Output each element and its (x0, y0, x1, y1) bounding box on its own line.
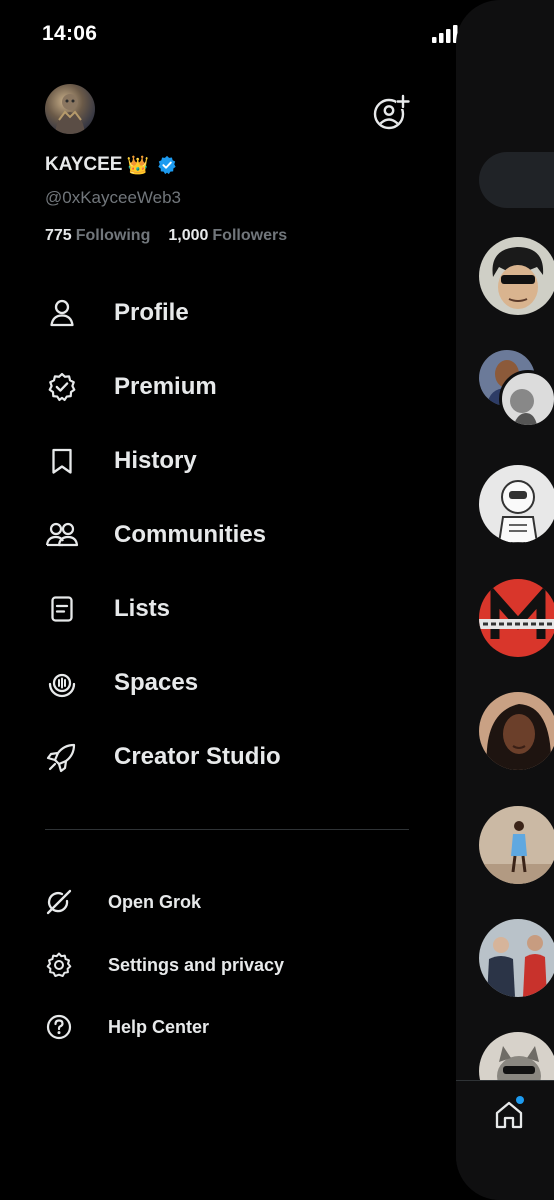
user-handle: @0xKayceeWeb3 (45, 188, 182, 207)
help-icon (45, 1013, 73, 1041)
feed-avatar[interactable] (479, 692, 554, 770)
avatar-image (55, 94, 85, 134)
grok-icon (45, 888, 73, 916)
feed-avatar[interactable] (479, 806, 554, 884)
menu-label-open-grok: Open Grok (108, 891, 202, 912)
side-drawer: KAYCEE 👑 @0xKayceeWeb3 775 Following 1,00… (0, 70, 456, 1200)
menu-label-settings-privacy: Settings and privacy (108, 954, 285, 975)
nav-item-lists[interactable]: Lists (45, 584, 170, 634)
nav-label-lists: Lists (114, 595, 171, 622)
bottom-tab-bar (456, 1080, 554, 1200)
verified-badge-icon (158, 155, 176, 175)
people-icon (45, 518, 79, 552)
feed-avatar[interactable] (479, 579, 554, 657)
nav-item-spaces[interactable]: Spaces (45, 658, 198, 708)
user-name: KAYCEE (45, 154, 123, 175)
feed-avatar[interactable] (499, 370, 554, 428)
menu-item-help-center[interactable]: Help Center (45, 1009, 209, 1045)
feed-avatar[interactable] (479, 919, 554, 997)
verified-badge-icon (45, 370, 79, 404)
nav-label-premium: Premium (114, 373, 217, 400)
nav-label-communities: Communities (114, 521, 267, 548)
menu-item-open-grok[interactable]: Open Grok (45, 884, 201, 920)
feed-panel[interactable] (456, 0, 554, 1200)
feed-search-bar[interactable] (479, 152, 554, 208)
list-icon (45, 592, 79, 626)
followers-link[interactable]: 1,000 Followers (168, 227, 287, 245)
status-time: 14:06 (42, 22, 98, 45)
crown-emoji: 👑 (126, 154, 149, 175)
followers-label: Followers (212, 227, 288, 244)
notification-dot (516, 1096, 524, 1104)
menu-label-help-center: Help Center (108, 1016, 210, 1037)
signal-icon (432, 24, 458, 43)
add-account-button[interactable] (372, 94, 410, 132)
following-label: Following (75, 227, 151, 244)
following-link[interactable]: 775 Following (45, 227, 150, 245)
nav-item-history[interactable]: History (45, 436, 197, 486)
feed-avatar[interactable] (479, 465, 554, 543)
user-name-row: KAYCEE 👑 (45, 154, 177, 176)
feed-avatar[interactable] (479, 237, 554, 315)
nav-label-history: History (114, 447, 197, 474)
bookmark-icon (45, 444, 79, 478)
nav-item-communities[interactable]: Communities (45, 510, 266, 560)
gear-icon (45, 951, 73, 979)
follow-counts: 775 Following 1,000 Followers (45, 227, 287, 245)
add-account-icon (373, 94, 410, 130)
nav-label-profile: Profile (114, 299, 189, 326)
nav-item-creator-studio[interactable]: Creator Studio (45, 732, 281, 782)
menu-divider (45, 829, 409, 830)
followers-count: 1,000 (168, 227, 209, 244)
avatar[interactable] (45, 84, 95, 134)
rocket-icon (45, 740, 79, 774)
person-icon (45, 296, 79, 330)
following-count: 775 (45, 227, 72, 244)
nav-item-premium[interactable]: Premium (45, 362, 217, 412)
nav-item-profile[interactable]: Profile (45, 288, 189, 338)
menu-item-settings-privacy[interactable]: Settings and privacy (45, 947, 284, 983)
nav-label-creator-studio: Creator Studio (114, 743, 281, 770)
spaces-icon (45, 666, 79, 700)
nav-label-spaces: Spaces (114, 669, 199, 696)
